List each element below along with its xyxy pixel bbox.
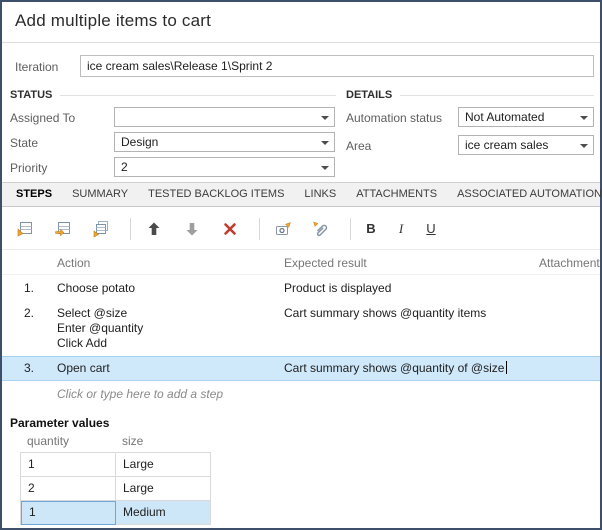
chevron-down-icon (321, 116, 329, 120)
details-header-label: DETAILS (346, 89, 392, 101)
tab-strip: STEPS SUMMARY TESTED BACKLOG ITEMS LINKS… (2, 182, 600, 207)
state-label: State (10, 136, 38, 150)
state-value: Design (121, 135, 158, 149)
step-action-cell[interactable]: Choose potato (48, 281, 276, 296)
priority-dropdown[interactable]: 2 (114, 157, 335, 177)
step-expected-text: Cart summary shows @quantity of @size (284, 361, 504, 375)
tab-steps[interactable]: STEPS (6, 183, 62, 206)
area-value: ice cream sales (465, 138, 548, 152)
automation-status-value: Not Automated (465, 110, 544, 124)
chevron-down-icon (580, 144, 588, 148)
step-expected-cell[interactable]: Product is displayed (276, 281, 528, 296)
step-action-line: Choose potato (57, 281, 276, 296)
details-section-header: DETAILS (346, 89, 594, 101)
step-action-line: Select @size (57, 306, 276, 321)
automation-status-label: Automation status (346, 111, 442, 125)
tab-summary[interactable]: SUMMARY (62, 183, 138, 206)
insert-parameter-icon[interactable] (272, 218, 294, 240)
step-action-line: Enter @quantity (57, 321, 276, 336)
step-action-line: Open cart (57, 361, 276, 376)
parameter-cell[interactable]: Large (116, 453, 211, 477)
iteration-input[interactable] (80, 55, 594, 77)
add-attachment-icon[interactable] (310, 218, 332, 240)
tab-links[interactable]: LINKS (294, 183, 346, 206)
step-action-cell[interactable]: Select @size Enter @quantity Click Add (48, 306, 276, 351)
status-header-label: STATUS (10, 89, 52, 101)
dialog-header: Add multiple items to cart (2, 2, 600, 43)
status-header-rule (60, 95, 336, 96)
tab-attachments[interactable]: ATTACHMENTS (346, 183, 447, 206)
area-dropdown[interactable]: ice cream sales (458, 135, 594, 155)
area-label: Area (346, 139, 371, 153)
state-dropdown[interactable]: Design (114, 132, 335, 152)
action-column-header: Action (48, 256, 276, 270)
assigned-to-dropdown[interactable] (114, 107, 335, 127)
priority-label: Priority (10, 161, 47, 175)
parameter-values-title: Parameter values (10, 416, 109, 430)
move-step-down-icon[interactable] (181, 218, 203, 240)
underline-button[interactable]: U (423, 221, 439, 236)
add-step-placeholder[interactable]: Click or type here to add a step (2, 381, 600, 407)
parameter-cell[interactable]: 2 (21, 477, 116, 501)
assigned-to-label: Assigned To (10, 111, 75, 125)
attachment-column-header: Attachment (528, 256, 600, 270)
parameter-row[interactable]: 2 Large (21, 477, 211, 501)
add-step-icon[interactable] (14, 218, 36, 240)
steps-toolbar: B I U (2, 208, 600, 250)
parameter-cell[interactable]: 1 (21, 501, 116, 525)
tab-tested-backlog-items[interactable]: TESTED BACKLOG ITEMS (138, 183, 294, 206)
text-cursor (506, 361, 507, 374)
status-section-header: STATUS (10, 89, 336, 101)
iteration-label: Iteration (15, 60, 58, 74)
parameter-row-selected[interactable]: 1 Medium (21, 501, 211, 525)
step-attachment-cell (528, 306, 600, 351)
create-shared-steps-icon[interactable] (90, 218, 112, 240)
move-step-up-icon[interactable] (143, 218, 165, 240)
toolbar-separator (259, 218, 260, 240)
toolbar-separator (350, 218, 351, 240)
italic-button[interactable]: I (393, 221, 409, 237)
step-attachment-cell (528, 281, 600, 296)
insert-shared-steps-icon[interactable] (52, 218, 74, 240)
automation-status-dropdown[interactable]: Not Automated (458, 107, 594, 127)
chevron-down-icon (580, 116, 588, 120)
parameter-column-headers: quantity size (20, 432, 210, 450)
page-title: Add multiple items to cart (15, 11, 211, 31)
table-row[interactable]: 1. Choose potato Product is displayed (2, 276, 600, 301)
parameter-row[interactable]: 1 Large (21, 453, 211, 477)
delete-step-icon[interactable] (219, 218, 241, 240)
step-number: 2. (2, 306, 48, 351)
table-row[interactable]: 2. Select @size Enter @quantity Click Ad… (2, 301, 600, 356)
details-header-rule (400, 95, 594, 96)
step-attachment-cell (528, 361, 600, 376)
bold-button[interactable]: B (363, 221, 379, 236)
expected-result-column-header: Expected result (276, 256, 528, 270)
size-column-header: size (115, 432, 210, 450)
step-number: 3. (2, 361, 48, 376)
steps-column-headers: Action Expected result Attachment (2, 252, 600, 275)
step-expected-cell[interactable]: Cart summary shows @quantity of @size (276, 361, 528, 376)
table-row-selected[interactable]: 3. Open cart Cart summary shows @quantit… (2, 356, 600, 381)
priority-value: 2 (121, 160, 128, 174)
quantity-column-header: quantity (20, 432, 115, 450)
toolbar-separator (130, 218, 131, 240)
steps-table: 1. Choose potato Product is displayed 2.… (2, 276, 600, 407)
step-number: 1. (2, 281, 48, 296)
step-action-line: Click Add (57, 336, 276, 351)
parameter-cell[interactable]: Medium (116, 501, 211, 525)
parameter-cell[interactable]: 1 (21, 453, 116, 477)
chevron-down-icon (321, 141, 329, 145)
step-expected-cell[interactable]: Cart summary shows @quantity items (276, 306, 528, 351)
parameter-table: 1 Large 2 Large 1 Medium (20, 452, 211, 525)
tab-associated-automation[interactable]: ASSOCIATED AUTOMATION (447, 183, 602, 206)
parameter-cell[interactable]: Large (116, 477, 211, 501)
step-action-cell[interactable]: Open cart (48, 361, 276, 376)
chevron-down-icon (321, 166, 329, 170)
